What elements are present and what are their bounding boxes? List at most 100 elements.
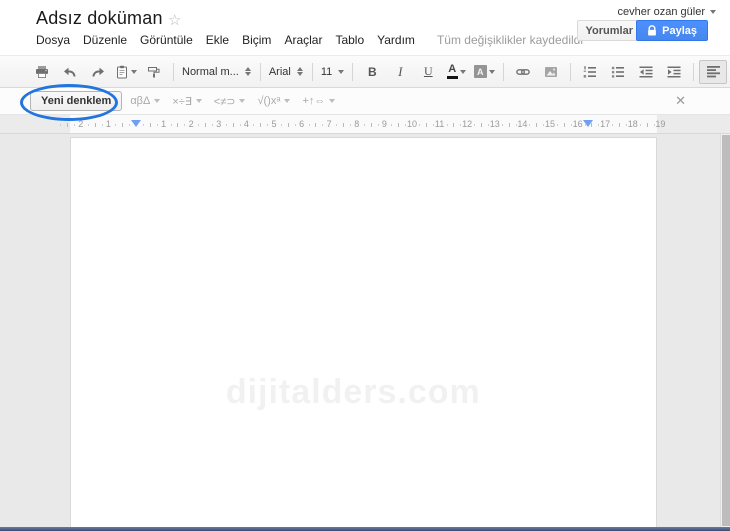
- ruler-tick: [432, 124, 434, 126]
- ruler-tick: [205, 123, 206, 127]
- bulleted-list-button[interactable]: [604, 60, 632, 84]
- ruler-tick: [646, 123, 648, 127]
- font-size-select[interactable]: 11: [318, 61, 347, 83]
- chevron-down-icon: [710, 10, 716, 14]
- ruler-number: 12: [462, 119, 473, 129]
- ruler-tick: [142, 124, 144, 126]
- toolbar-separator: [570, 62, 572, 81]
- ruler-number: 1: [105, 119, 111, 129]
- equation-symbol-group[interactable]: ×÷∃: [172, 95, 202, 108]
- ruler-number: 19: [655, 119, 666, 129]
- ruler-tick: [584, 124, 586, 126]
- lock-icon: [647, 24, 657, 37]
- underline-button[interactable]: U: [414, 60, 442, 84]
- ruler-tick: [253, 124, 255, 126]
- google-docs-window: cevher ozan güler Adsız doküman ☆ Dosya D…: [0, 0, 730, 531]
- equation-symbol-group-label: ×÷∃: [172, 95, 192, 108]
- ruler-tick: [536, 123, 538, 127]
- ruler-tick: [405, 124, 407, 126]
- scrollbar-track[interactable]: [720, 134, 730, 531]
- print-button[interactable]: [28, 60, 56, 84]
- numbered-list-button[interactable]: [576, 60, 604, 84]
- redo-icon: [92, 67, 104, 76]
- document-page[interactable]: dijitalders.com: [70, 137, 657, 531]
- insert-link-button[interactable]: [509, 60, 537, 84]
- ruler-tick: [343, 123, 344, 127]
- toolbar-separator: [693, 62, 695, 81]
- ruler-number: 10: [406, 119, 418, 129]
- ruler-number: 13: [489, 119, 500, 129]
- star-icon[interactable]: ☆: [168, 11, 181, 29]
- ruler-tick: [474, 124, 476, 126]
- ruler-tick: [170, 124, 172, 126]
- updown-arrows-icon: [296, 67, 304, 76]
- chevron-down-icon: [131, 69, 137, 74]
- increase-indent-button[interactable]: [660, 60, 688, 84]
- ruler-number: 15: [544, 119, 556, 129]
- toolbar-separator: [311, 62, 313, 81]
- bold-button[interactable]: B: [358, 60, 386, 84]
- ruler-tick: [198, 124, 200, 126]
- insert-image-button[interactable]: [537, 60, 565, 84]
- highlight-icon: A: [473, 65, 487, 78]
- ruler-tick: [184, 124, 186, 126]
- ruler-tick: [322, 124, 324, 126]
- equation-symbol-group[interactable]: +↑⇔: [302, 95, 336, 107]
- paint-format-button[interactable]: [140, 60, 168, 84]
- document-title[interactable]: Adsız doküman: [36, 8, 163, 29]
- equation-symbol-group[interactable]: √()xᵃ: [257, 95, 291, 107]
- share-button[interactable]: Paylaş: [636, 20, 708, 41]
- ruler-tick: [232, 123, 234, 127]
- text-color-button[interactable]: A: [442, 60, 470, 84]
- chevron-down-icon: [459, 69, 466, 74]
- account-menu[interactable]: cevher ozan güler: [618, 6, 716, 18]
- ruler-tick: [129, 124, 131, 126]
- ruler-tick: [225, 124, 227, 126]
- menu-item[interactable]: Düzenle: [83, 33, 127, 47]
- ruler[interactable]: 2 1 1 2 3 4 5 6 7 8 9 10 11 12 13 14 15 16 17 18 19: [0, 115, 730, 134]
- font-family-select[interactable]: Arial: [266, 61, 307, 83]
- ruler-tick: [149, 123, 151, 127]
- account-name[interactable]: cevher ozan güler: [618, 6, 705, 18]
- underline-icon: U: [423, 64, 433, 78]
- ruler-tick: [294, 124, 296, 126]
- menu-bar: Dosya Düzenle Görüntüle Ekle Biçim Araçlar Tab…: [36, 33, 415, 47]
- updown-arrows-icon: [244, 67, 252, 76]
- chevron-down-icon: [195, 99, 202, 103]
- ruler-tick: [239, 124, 241, 126]
- scrollbar-thumb[interactable]: [722, 135, 730, 526]
- comments-button-label: Yorumlar: [585, 24, 633, 37]
- menu-item[interactable]: Araçlar: [284, 33, 322, 47]
- close-icon[interactable]: ✕: [675, 93, 686, 109]
- decrease-indent-button[interactable]: [632, 60, 660, 84]
- menu-row: Dosya Düzenle Görüntüle Ekle Biçim Araçlar Tab…: [36, 33, 583, 47]
- menu-item[interactable]: Dosya: [36, 33, 70, 47]
- chevron-down-icon: [338, 69, 345, 74]
- ruler-tick: [543, 124, 545, 126]
- ruler-number: 3: [216, 119, 222, 129]
- undo-button[interactable]: [56, 60, 84, 84]
- menu-item[interactable]: Yardım: [377, 33, 415, 47]
- ruler-tick: [446, 124, 448, 126]
- redo-button[interactable]: [84, 60, 112, 84]
- highlight-color-button[interactable]: A: [470, 60, 498, 84]
- web-clipboard-button[interactable]: [112, 60, 140, 84]
- equation-symbol-group[interactable]: <≠⊃: [214, 95, 246, 108]
- menu-item[interactable]: Tablo: [335, 33, 364, 47]
- left-indent-marker[interactable]: [131, 120, 141, 127]
- menu-item[interactable]: Görüntüle: [140, 33, 193, 47]
- ruler-tick: [508, 123, 510, 127]
- menu-item[interactable]: Ekle: [206, 33, 229, 47]
- print-icon: [36, 65, 48, 78]
- ruler-number: 2: [188, 119, 194, 129]
- menu-item[interactable]: Biçim: [242, 33, 271, 47]
- paragraph-style-select[interactable]: Normal m...: [179, 61, 255, 83]
- equation-symbol-group[interactable]: αβΔ: [130, 95, 161, 107]
- ruler-tick: [377, 124, 379, 126]
- ruler-tick: [363, 124, 365, 126]
- new-equation-button[interactable]: Yeni denklem: [30, 91, 123, 111]
- italic-button[interactable]: I: [386, 60, 414, 84]
- ruler-tick: [501, 124, 503, 126]
- watermark: dijitalders.com: [225, 373, 481, 411]
- align-left-button[interactable]: [699, 59, 728, 84]
